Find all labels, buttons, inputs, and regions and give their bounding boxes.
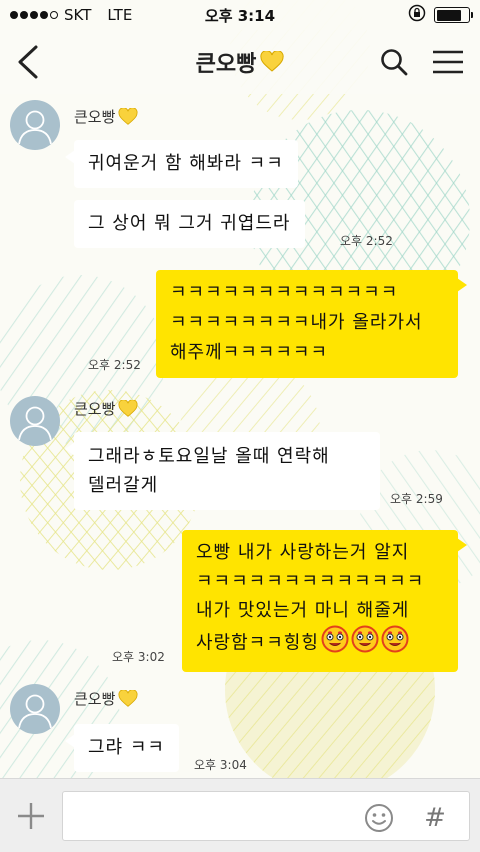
status-right — [408, 4, 473, 26]
avatar[interactable] — [10, 100, 60, 150]
chat-header: 큰오빵 — [0, 30, 480, 94]
emoticon-icon — [365, 804, 393, 832]
sender-name-text: 큰오빵 — [74, 690, 116, 708]
hash-icon: # — [424, 803, 446, 833]
received-message-bubble[interactable]: 귀여운거 함 해봐라 ㅋㅋ — [65, 140, 298, 188]
attach-button[interactable] — [12, 797, 50, 835]
default-profile-icon — [18, 110, 52, 145]
sent-message-bubble[interactable]: 오빵 내가 사랑하는거 알지 ㅋㅋㅋㅋㅋㅋㅋㅋㅋㅋㅋㅋㅋ 내가 맛있는거 마니 … — [182, 530, 467, 672]
network-type: LTE — [107, 6, 133, 24]
sender-name: 큰오빵 — [74, 688, 138, 709]
message-line: 델러갈게 — [88, 475, 159, 496]
status-left: SKT LTE — [10, 6, 132, 24]
header-actions — [376, 44, 466, 80]
orientation-lock-icon — [408, 4, 426, 26]
yellow-heart-icon — [260, 51, 284, 72]
message-line: 해주께ㅋㅋㅋㅋㅋㅋ — [170, 342, 329, 363]
heart-eyes-emoji — [321, 625, 349, 662]
chat-message-list[interactable]: 큰오빵 귀여운거 함 해봐라 ㅋㅋ 그 상어 뭐 그거 귀엽드라 오후 2:52… — [0, 94, 480, 778]
carrier-name: SKT — [64, 6, 92, 24]
back-arrow-icon — [18, 45, 38, 79]
message-text: 귀여운거 함 해봐라 ㅋㅋ — [88, 153, 284, 174]
avatar[interactable] — [10, 396, 60, 446]
message-line: 내가 맛있는거 마니 해줄게 — [196, 600, 410, 621]
menu-button[interactable] — [430, 44, 466, 80]
search-icon — [381, 49, 408, 76]
sender-name: 큰오빵 — [74, 106, 138, 127]
received-message-bubble[interactable]: 그 상어 뭐 그거 귀엽드라 — [74, 200, 305, 248]
message-time: 오후 2:52 — [88, 358, 141, 372]
yellow-heart-icon — [118, 399, 138, 417]
received-message-bubble[interactable]: 그랴 ㅋㅋ — [65, 724, 179, 772]
menu-icon — [433, 50, 463, 74]
default-profile-icon — [18, 694, 52, 729]
heart-eyes-emoji — [381, 625, 409, 662]
message-line: 사랑함ㅋㅋ힝힝 — [196, 625, 448, 662]
message-line: ㅋㅋㅋㅋㅋㅋㅋㅋㅋㅋㅋㅋㅋ — [196, 571, 425, 592]
emoticon-button[interactable] — [362, 801, 396, 835]
message-line: 그래라ㅎ토요일날 올때 연락해 — [88, 446, 330, 467]
search-button[interactable] — [376, 44, 412, 80]
avatar[interactable] — [10, 684, 60, 734]
message-time: 오후 2:59 — [390, 492, 443, 506]
chat-title-text: 큰오빵 — [195, 52, 257, 77]
heart-eyes-emoji — [351, 625, 379, 662]
back-button[interactable] — [10, 42, 46, 82]
message-line: 오빵 내가 사랑하는거 알지 — [196, 542, 410, 563]
message-text: 그 상어 뭐 그거 귀엽드라 — [88, 213, 291, 234]
sender-name-text: 큰오빵 — [74, 400, 116, 418]
message-time: 오후 2:52 — [340, 234, 393, 248]
yellow-heart-icon — [118, 689, 138, 707]
message-line: ㅋㅋㅋㅋㅋㅋㅋㅋ내가 올라가서 — [170, 312, 423, 333]
yellow-heart-icon — [118, 107, 138, 125]
plus-icon — [18, 803, 44, 829]
battery-icon — [434, 7, 473, 23]
sent-message-bubble[interactable]: ㅋㅋㅋㅋㅋㅋㅋㅋㅋㅋㅋㅋㅋ ㅋㅋㅋㅋㅋㅋㅋㅋ내가 올라가서 해주께ㅋㅋㅋㅋㅋㅋ — [156, 270, 467, 378]
default-profile-icon — [18, 406, 52, 441]
message-input-bar: # — [0, 778, 480, 852]
sender-name-text: 큰오빵 — [74, 108, 116, 126]
sender-name: 큰오빵 — [74, 398, 138, 419]
message-line-text: 사랑함ㅋㅋ힝힝 — [196, 632, 319, 654]
message-line: ㅋㅋㅋㅋㅋㅋㅋㅋㅋㅋㅋㅋㅋ — [170, 282, 399, 303]
hash-search-button[interactable]: # — [418, 801, 452, 835]
signal-strength-icon — [10, 11, 58, 19]
message-time: 오후 3:02 — [112, 650, 165, 664]
status-bar: SKT LTE 오후 3:14 — [0, 0, 480, 30]
message-input[interactable] — [62, 791, 470, 841]
message-text: 그랴 ㅋㅋ — [88, 737, 165, 758]
chat-title: 큰오빵 — [196, 46, 285, 78]
message-time: 오후 3:04 — [194, 758, 247, 772]
received-message-bubble[interactable]: 그래라ㅎ토요일날 올때 연락해 델러갈게 — [65, 432, 380, 510]
